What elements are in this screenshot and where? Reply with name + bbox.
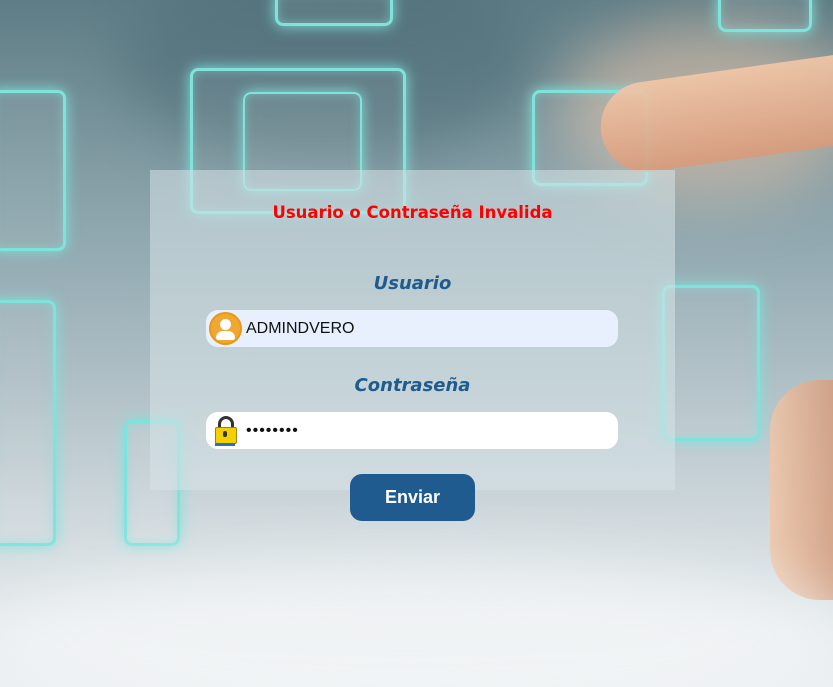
tile-decoration (275, 0, 393, 26)
error-message: Usuario o Contraseña Invalida (272, 203, 553, 222)
user-avatar-icon (206, 310, 244, 347)
padlock-icon (206, 412, 244, 449)
username-label: Usuario (373, 273, 452, 294)
mail-tile-decoration (662, 285, 760, 441)
hand-finger-decoration (770, 380, 833, 600)
tile-decoration (718, 0, 812, 32)
background-glow (0, 560, 833, 687)
globe-tile-decoration (0, 90, 66, 251)
password-input[interactable]: •••••••• (244, 422, 299, 440)
submit-button[interactable]: Enviar (350, 474, 475, 521)
username-input[interactable]: ADMINDVERO (244, 320, 354, 338)
password-label: Contraseña (354, 375, 471, 396)
password-field[interactable]: •••••••• (206, 412, 618, 449)
username-field[interactable]: ADMINDVERO (206, 310, 618, 347)
tile-decoration (0, 300, 56, 546)
